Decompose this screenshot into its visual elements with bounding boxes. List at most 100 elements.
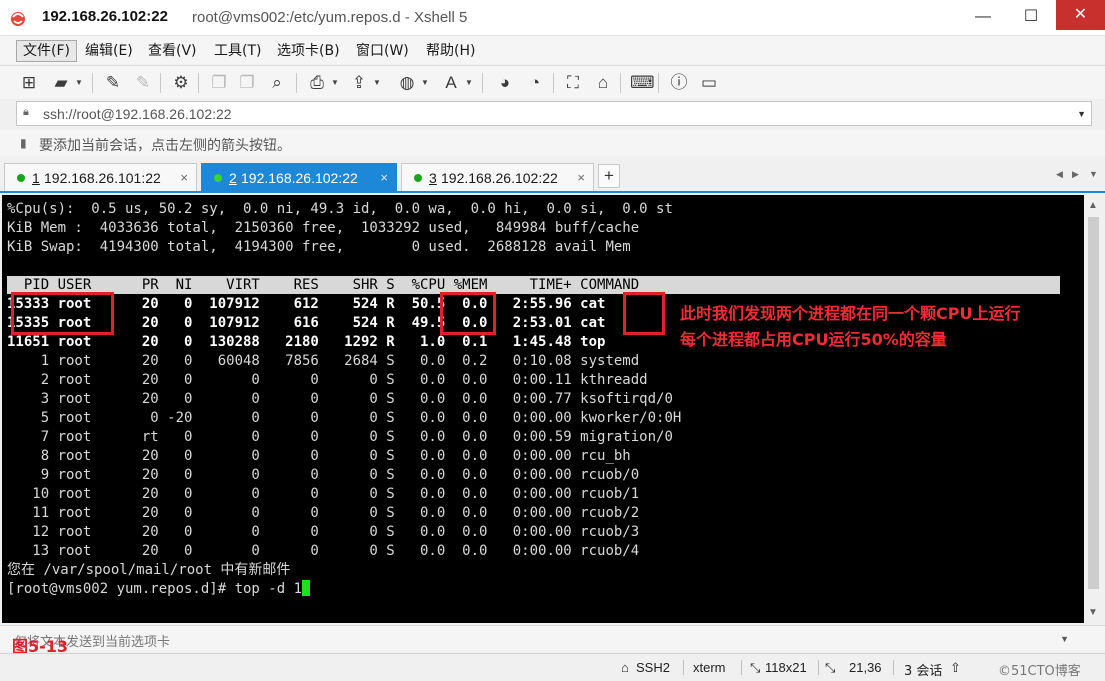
add-tab-button[interactable]: + (598, 164, 620, 188)
print-icon[interactable]: ⎙ (306, 72, 328, 94)
globe-icon[interactable]: ◍ (396, 72, 418, 94)
lock-icon: 🔒︎ (23, 106, 29, 118)
highlight-box-cpu (440, 292, 496, 335)
session-hint-bar: ▮ 要添加当前会话，点击左侧的箭头按钮。 (0, 130, 1105, 156)
toolbar-separator (160, 73, 161, 93)
resize-icon: ⤡ (750, 660, 761, 675)
tab-scroll-left-icon[interactable]: ◀ (1056, 169, 1063, 180)
shell-prompt: [root@vms002 yum.repos.d]# top -d 1 (7, 581, 303, 597)
menu-help[interactable]: 帮助(H) (420, 40, 481, 62)
caps-lock-indicator-icon: ⇧ (950, 660, 961, 675)
find-icon[interactable]: ⌕ (266, 72, 288, 94)
menu-edit[interactable]: 编辑(E) (79, 40, 139, 62)
menu-window[interactable]: 窗口(W) (350, 40, 415, 62)
copy-icon[interactable]: ❐ (208, 72, 230, 94)
bookmark-arrow-icon[interactable]: ▮ (20, 136, 27, 150)
maximize-button[interactable]: ☐ (1008, 0, 1054, 34)
annotation-line-1: 此时我们发现两个进程都在同一个颗CPU上运行 (680, 304, 1021, 323)
terminal-cursor (302, 580, 311, 596)
tab-menu-icon[interactable]: ▼ (1089, 169, 1098, 179)
toolbar-separator (92, 73, 93, 93)
paste-icon[interactable]: ❐ (236, 72, 258, 94)
process-row: 3 root 20 0 0 0 0 S 0.0 0.0 0:00.77 ksof… (7, 391, 673, 407)
address-bar[interactable]: 🔒︎ ssh://root@192.168.26.102:22 ▼ (16, 101, 1092, 126)
session-hint-text: 要添加当前会话，点击左侧的箭头按钮。 (39, 138, 291, 154)
swap-summary-line: KiB Swap: 4194300 total, 4194300 free, 0… (7, 239, 631, 255)
menu-bar: 文件(F) 编辑(E) 查看(V) 工具(T) 选项卡(B) 窗口(W) 帮助(… (0, 36, 1105, 64)
new-session-icon[interactable]: ⊞ (18, 72, 40, 94)
xmanager-icon[interactable]: ◔ (524, 72, 546, 94)
menu-tabs[interactable]: 选项卡(B) (271, 40, 346, 62)
process-table-header: PID USER PR NI VIRT RES SHR S %CPU %MEM … (7, 276, 1060, 294)
highlight-box-pid-user (11, 292, 114, 335)
scroll-down-icon[interactable]: ▼ (1088, 607, 1098, 618)
connected-status-icon (414, 174, 422, 182)
connected-status-icon (214, 174, 222, 182)
terminal[interactable]: %Cpu(s): 0.5 us, 50.2 sy, 0.0 ni, 49.3 i… (2, 195, 1084, 623)
xshell-logo-icon (11, 12, 25, 26)
connect-icon[interactable]: ✎ (102, 72, 124, 94)
cursor-position-icon: ⤡ (825, 660, 836, 675)
properties-icon[interactable]: ⚙ (170, 72, 192, 94)
globe-dropdown-icon[interactable]: ▼ (421, 78, 429, 87)
process-row: 2 root 20 0 0 0 0 S 0.0 0.0 0:00.11 kthr… (7, 372, 648, 388)
chat-icon[interactable]: ▭ (698, 72, 720, 94)
xftp-icon[interactable]: ◕ (494, 72, 516, 94)
shell-prompt-line: [root@vms002 yum.repos.d]# top -d 1 (7, 580, 311, 599)
tab-number: 3 (429, 170, 437, 186)
scroll-up-icon[interactable]: ▲ (1088, 200, 1098, 211)
chevron-down-icon[interactable]: ▼ (1077, 109, 1086, 119)
open-dropdown-icon[interactable]: ▼ (75, 78, 83, 87)
terminal-scrollbar[interactable]: ▲ ▼ (1084, 195, 1103, 623)
new-mail-notice: 您在 /var/spool/mail/root 中有新邮件 (7, 562, 291, 578)
print-dropdown-icon[interactable]: ▼ (331, 78, 339, 87)
tab-session-2[interactable]: 2 192.168.26.102:22 × (201, 163, 397, 191)
status-protocol: SSH2 (636, 660, 670, 675)
tab-close-icon[interactable]: × (180, 170, 188, 185)
tab-number: 1 (32, 170, 40, 186)
tab-session-1[interactable]: 1 192.168.26.101:22 × (4, 163, 197, 191)
tab-scroll-right-icon[interactable]: ▶ (1072, 169, 1079, 180)
minimize-button[interactable]: — (960, 0, 1006, 34)
menu-view[interactable]: 查看(V) (142, 40, 203, 62)
keyboard-icon[interactable]: ⌨ (630, 72, 655, 94)
watermark: ©51CTO博客 (998, 664, 1081, 679)
fullscreen-icon[interactable]: ⛶ (562, 72, 584, 94)
tab-session-3[interactable]: 3 192.168.26.102:22 × (401, 163, 594, 191)
process-row: 8 root 20 0 0 0 0 S 0.0 0.0 0:00.00 rcu_… (7, 448, 631, 464)
compose-bar[interactable]: 仅将文本发送到当前选项卡 ▼ (0, 625, 1105, 651)
cpu-summary-line: %Cpu(s): 0.5 us, 50.2 sy, 0.0 ni, 49.3 i… (7, 201, 673, 217)
lock-icon[interactable]: ⌂ (592, 72, 614, 94)
tab-close-icon[interactable]: × (577, 170, 585, 185)
process-row: 7 root rt 0 0 0 0 S 0.0 0.0 0:00.59 migr… (7, 429, 673, 445)
open-folder-icon[interactable]: ▰ (50, 72, 72, 94)
transfer-icon[interactable]: ⇪ (348, 72, 370, 94)
menu-tools[interactable]: 工具(T) (208, 40, 267, 62)
close-button[interactable]: ✕ (1056, 0, 1105, 30)
help-icon[interactable]: ⓘ (668, 72, 690, 94)
toolbar-separator (296, 73, 297, 93)
chevron-down-icon[interactable]: ▼ (1060, 634, 1069, 644)
status-bar: ⌂ SSH2 xterm ⤡ 118x21 ⤡ 21,36 3 会话 ⇧ ©51… (0, 653, 1105, 681)
toolbar-separator (198, 73, 199, 93)
address-input[interactable]: ssh://root@192.168.26.102:22 (43, 106, 232, 122)
process-row: 5 root 0 -20 0 0 0 S 0.0 0.0 0:00.00 kwo… (7, 410, 682, 426)
title-bar: 192.168.26.102:22 root@vms002:/etc/yum.r… (0, 0, 1105, 36)
toolbar: ⊞ ▰ ▼ ✎ ✎ ⚙ ❐ ❐ ⌕ ⎙ ▼ ⇪ ▼ ◍ ▼ A ▼ ◕ ◔ ⛶ … (0, 65, 1105, 99)
transfer-dropdown-icon[interactable]: ▼ (373, 78, 381, 87)
status-cursor-position: 21,36 (849, 660, 882, 675)
status-separator (818, 660, 819, 675)
font-dropdown-icon[interactable]: ▼ (465, 78, 473, 87)
menu-file[interactable]: 文件(F) (16, 40, 77, 62)
tab-close-icon[interactable]: × (380, 170, 388, 185)
disconnect-icon[interactable]: ✎ (132, 72, 154, 94)
tab-number: 2 (229, 170, 237, 186)
tab-bar: 1 192.168.26.101:22 × 2 192.168.26.102:2… (0, 160, 1105, 193)
status-separator (741, 660, 742, 675)
scrollbar-thumb[interactable] (1088, 217, 1099, 589)
toolbar-separator (553, 73, 554, 93)
tab-label: 192.168.26.102:22 (441, 170, 558, 186)
font-icon[interactable]: A (440, 72, 462, 94)
process-row: 1 root 20 0 60048 7856 2684 S 0.0 0.2 0:… (7, 353, 640, 369)
lock-icon: ⌂ (621, 660, 629, 675)
